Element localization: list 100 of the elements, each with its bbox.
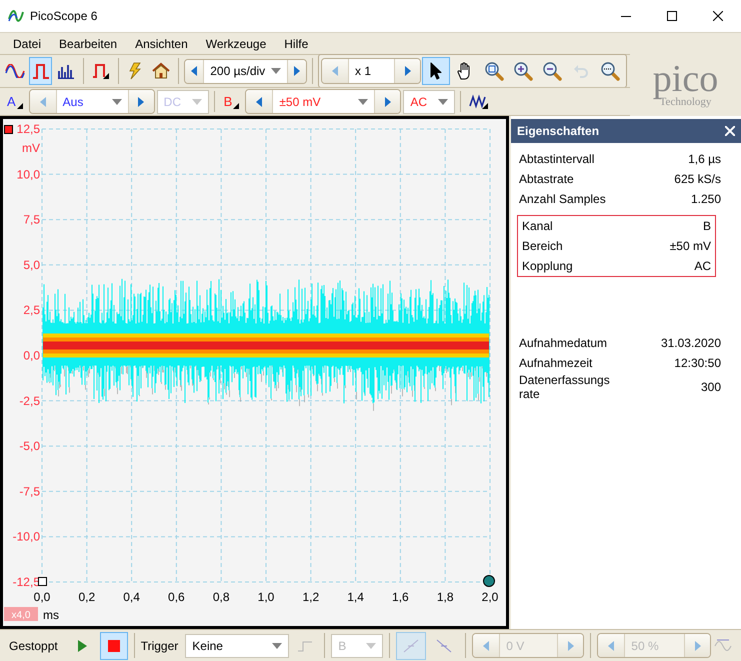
left-arrow-icon <box>608 640 614 650</box>
menu-item[interactable]: Ansichten <box>126 36 197 50</box>
x-axis-label: 1,4 <box>347 590 364 604</box>
rising-edge-icon <box>403 638 420 652</box>
y-axis-label: 7,5 <box>23 212 40 227</box>
property-label: Anzahl Samples <box>519 192 606 206</box>
y-axis-label: 10,0 <box>16 167 40 182</box>
zoom-in-step-button[interactable] <box>394 59 420 83</box>
left-arrow-icon <box>332 66 338 76</box>
zoom-fit-icon <box>484 61 504 81</box>
previous-range-button[interactable] <box>246 90 272 113</box>
trigger-mode-dropdown[interactable]: Keine <box>185 634 290 658</box>
corner-triangle-icon <box>233 103 240 109</box>
x-axis-label: 0,2 <box>78 590 96 604</box>
dropdown-caret-icon <box>192 98 202 104</box>
x-axis-label: 0,4 <box>123 590 140 604</box>
next-timebase-button[interactable] <box>287 60 306 82</box>
lightning-icon <box>128 62 142 80</box>
x-axis-label: 1,0 <box>258 590 274 604</box>
undo-icon <box>573 63 590 79</box>
pointer-tool-button[interactable] <box>422 57 450 85</box>
menu-item[interactable]: Datei <box>4 36 50 50</box>
dropdown-caret-icon <box>438 98 448 104</box>
right-arrow-icon <box>694 640 701 650</box>
sine-wave-icon <box>4 64 25 78</box>
property-value: 12:30:50 <box>674 356 721 370</box>
coupling-dropdown[interactable]: AC <box>403 90 456 114</box>
dropdown-caret-icon <box>112 98 122 104</box>
x-axis-label: 0,0 <box>34 590 50 604</box>
y-axis-label: -2,5 <box>19 394 40 408</box>
property-label: Aufnahmezeit <box>519 356 592 370</box>
property-label: Abtastintervall <box>519 152 594 166</box>
dropdown-caret-icon <box>358 98 368 104</box>
menu-item[interactable]: Bearbeiten <box>50 36 126 50</box>
x-axis-label: 0,8 <box>212 590 230 604</box>
logo-tagline: Technology <box>660 96 712 108</box>
persistence-mode-button[interactable] <box>28 57 52 85</box>
timebase-dropdown[interactable]: 200 µs/div <box>203 60 288 82</box>
zoom-factor-field[interactable]: x 1 <box>348 59 394 83</box>
stop-icon <box>108 640 120 652</box>
dropdown-caret-icon <box>271 68 282 74</box>
x-axis-label: 1,6 <box>392 590 409 604</box>
dropdown-caret-icon <box>272 642 282 648</box>
stop-button[interactable] <box>100 632 128 660</box>
dropdown-caret-icon <box>366 642 376 648</box>
y-axis-unit: mV <box>22 141 40 155</box>
spectrum-bars-icon <box>57 63 76 79</box>
close-icon[interactable] <box>725 126 735 136</box>
property-value: B <box>702 219 711 233</box>
previous-timebase-button[interactable] <box>184 60 204 82</box>
y-axis-label: 5,0 <box>23 258 40 272</box>
y-axis-label: -5,0 <box>19 439 40 454</box>
property-value: 31.03.2020 <box>660 336 721 350</box>
x-axis-label: 0,6 <box>168 590 185 604</box>
property-value: 1.250 <box>690 192 721 206</box>
app-logo-icon <box>8 9 24 23</box>
range-dropdown[interactable]: ±50 mV <box>272 90 374 113</box>
property-value: 1,6 µs <box>688 152 721 166</box>
window-title: PicoScope 6 <box>30 9 98 23</box>
channel-marker[interactable] <box>4 125 13 134</box>
next-range-button[interactable] <box>128 90 154 113</box>
y-axis-label: -7,5 <box>19 484 40 498</box>
ruler-handle[interactable] <box>38 577 47 586</box>
property-label: Aufnahmedatum <box>519 336 608 350</box>
pulse-wave-icon <box>32 63 50 79</box>
x-axis-label: 1,2 <box>302 590 320 604</box>
property-value: 625 kS/s <box>674 172 721 186</box>
y-axis-label: 2,5 <box>23 303 40 318</box>
channel-label[interactable]: A <box>3 94 27 109</box>
y-axis-label: 12,5 <box>16 122 40 136</box>
property-value: ±50 mV <box>670 239 711 253</box>
zoom-actual-size-icon <box>600 61 620 81</box>
play-icon <box>78 640 88 652</box>
left-arrow-icon <box>40 96 46 106</box>
x-axis-label: 1,8 <box>436 590 454 604</box>
left-arrow-icon <box>190 66 197 76</box>
next-range-button[interactable] <box>374 90 400 113</box>
maximize-icon <box>667 11 677 21</box>
x-axis-label: 2,0 <box>482 590 498 604</box>
zoom-badge <box>4 607 38 621</box>
step-edge-icon <box>297 638 314 652</box>
square-wave-icon <box>92 62 110 80</box>
x-axis-unit: ms <box>43 608 59 622</box>
right-arrow-icon <box>384 96 391 106</box>
falling-edge-icon <box>436 638 452 652</box>
property-label: Kanal <box>522 219 553 233</box>
right-arrow-icon <box>404 66 411 76</box>
property-label: Kopplung <box>522 259 573 273</box>
y-axis-label: 0,0 <box>23 348 40 362</box>
property-value: 300 <box>700 380 721 394</box>
acquisition-status: Gestoppt <box>9 638 59 652</box>
trigger-marker[interactable] <box>483 575 495 587</box>
zigzag-wave-icon <box>469 94 490 110</box>
pointer-icon <box>430 62 442 80</box>
property-label: Abtastrate <box>519 172 574 186</box>
menu-item[interactable]: Werkzeuge <box>196 36 276 50</box>
menu-item[interactable]: Hilfe <box>275 36 318 50</box>
zoom-out-icon <box>542 61 562 81</box>
left-arrow-icon <box>256 96 262 106</box>
range-dropdown[interactable]: Aus <box>56 90 128 113</box>
